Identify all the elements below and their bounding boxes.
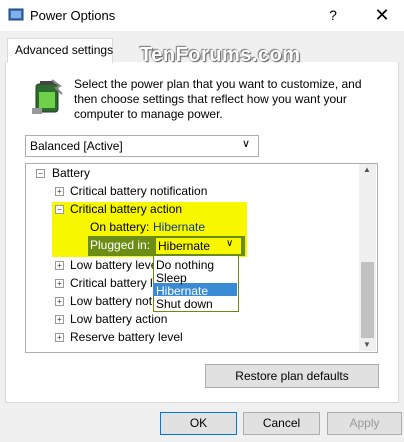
help-button[interactable]: ?	[318, 4, 348, 26]
expand-icon[interactable]: +	[55, 187, 64, 196]
close-button[interactable]: ✕	[360, 0, 404, 31]
tree-item[interactable]: Critical battery notification	[70, 184, 207, 198]
plugged-in-value: Hibernate	[158, 239, 211, 253]
ok-button[interactable]: OK	[160, 412, 237, 435]
restore-plan-defaults-button[interactable]: Restore plan defaults	[205, 364, 379, 388]
tree-item[interactable]: Low battery action	[70, 312, 167, 326]
tree-item[interactable]: Reserve battery level	[70, 330, 183, 344]
collapse-icon[interactable]: −	[36, 169, 45, 178]
tree-item-critical-action[interactable]: Critical battery action	[70, 202, 182, 216]
scroll-down-icon[interactable]: ▼	[363, 340, 371, 349]
on-battery-label: On battery:	[90, 220, 150, 234]
window-title: Power Options	[30, 8, 116, 23]
dropdown-option-selected[interactable]: Hibernate	[156, 284, 208, 298]
scroll-up-icon[interactable]: ▲	[363, 165, 371, 174]
plugged-in-label: Plugged in:	[90, 238, 151, 252]
dropdown-option[interactable]: Shut down	[156, 297, 213, 311]
expand-icon[interactable]: +	[55, 333, 64, 342]
expand-icon[interactable]: +	[55, 279, 64, 288]
tree-item[interactable]: Low battery leve	[70, 258, 157, 272]
expand-icon[interactable]: +	[55, 261, 64, 270]
power-plan-value: Balanced [Active]	[30, 139, 123, 153]
description-text: Select the power plan that you want to c…	[74, 77, 362, 121]
tree-root-battery[interactable]: Battery	[52, 166, 90, 180]
chevron-down-icon: ∨	[226, 238, 234, 249]
on-battery-value[interactable]: Hibernate	[153, 220, 205, 234]
dropdown-option[interactable]: Do nothing	[156, 258, 214, 272]
apply-button[interactable]: Apply	[327, 412, 402, 435]
tab-label: Advanced settings	[15, 43, 114, 57]
tree-item[interactable]: Low battery not	[70, 294, 152, 308]
scrollbar-thumb[interactable]	[361, 262, 374, 338]
dropdown-option[interactable]: Sleep	[156, 271, 187, 285]
power-options-icon	[8, 8, 24, 21]
cancel-button[interactable]: Cancel	[243, 412, 320, 435]
expand-icon[interactable]: +	[55, 297, 64, 306]
expand-icon[interactable]: +	[55, 315, 64, 324]
tree-item[interactable]: Critical battery l	[70, 276, 153, 290]
chevron-down-icon: ∨	[242, 138, 251, 150]
collapse-icon[interactable]: −	[55, 205, 64, 214]
watermark: TenForums.com	[140, 44, 301, 66]
battery-plug-icon	[32, 79, 63, 114]
